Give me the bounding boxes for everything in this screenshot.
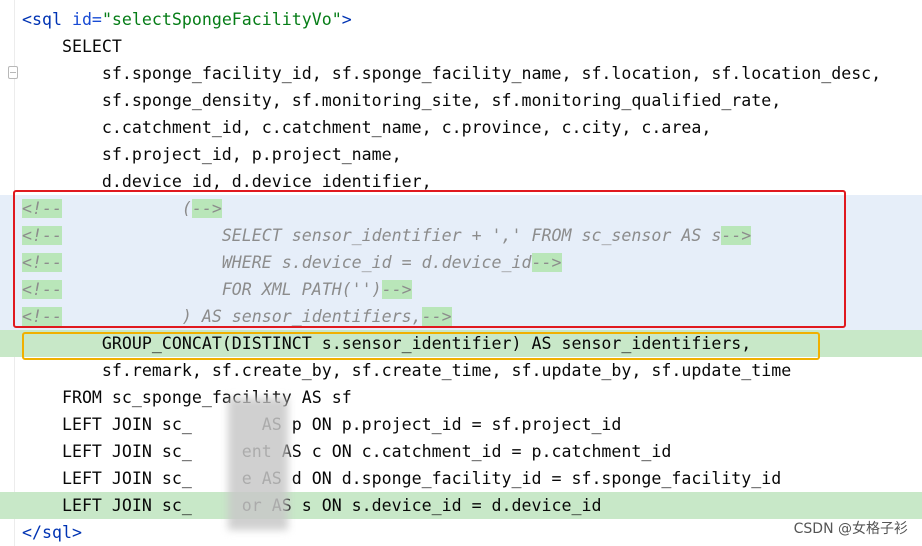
redaction-blur	[228, 398, 288, 530]
red-annotation-box	[13, 190, 846, 328]
watermark: CSDN @女格子衫	[793, 521, 908, 537]
code-line-15[interactable]: FROM sc_sponge_facility AS sf	[0, 384, 922, 411]
code-line-17[interactable]: LEFT JOIN sc_ ent AS c ON c.catchment_id…	[0, 438, 922, 465]
code-line-4[interactable]: sf.sponge_density, sf.monitoring_site, s…	[0, 87, 922, 114]
code-line-20[interactable]: </sql>	[0, 519, 922, 546]
code-line-3[interactable]: sf.sponge_facility_id, sf.sponge_facilit…	[0, 60, 922, 87]
yellow-annotation-box	[22, 332, 820, 360]
code-line-1[interactable]: <sql id="selectSpongeFacilityVo">	[0, 6, 922, 33]
code-line-19-highlighted[interactable]: LEFT JOIN sc_ or AS s ON s.device_id = d…	[0, 492, 922, 519]
code-line-6[interactable]: sf.project_id, p.project_name,	[0, 141, 922, 168]
code-line-2[interactable]: SELECT	[0, 33, 922, 60]
code-line-5[interactable]: c.catchment_id, c.catchment_name, c.prov…	[0, 114, 922, 141]
code-line-16[interactable]: LEFT JOIN sc_ AS p ON p.project_id = sf.…	[0, 411, 922, 438]
code-line-14[interactable]: sf.remark, sf.create_by, sf.create_time,…	[0, 357, 922, 384]
code-line-18[interactable]: LEFT JOIN sc_ e AS d ON d.sponge_facilit…	[0, 465, 922, 492]
